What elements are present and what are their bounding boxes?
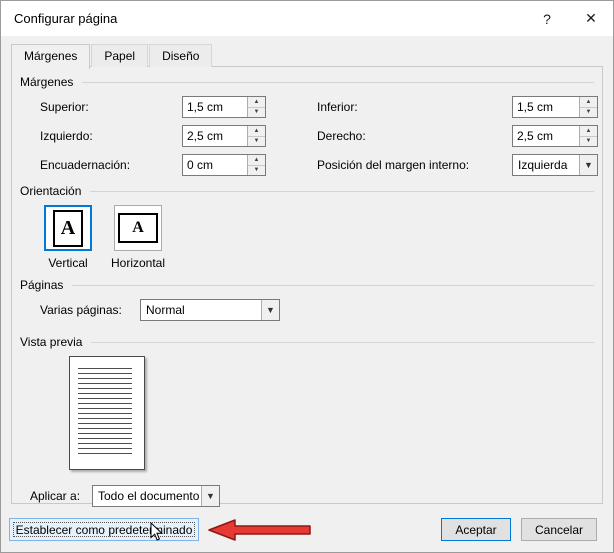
landscape-icon-letter: A (132, 219, 144, 236)
orientation-section-title: Orientación (20, 184, 82, 198)
spin-up-icon[interactable]: ▲ (580, 126, 597, 137)
apply-to-row: Aplicar a: Todo el documento ▼ (30, 485, 602, 507)
section-divider (90, 190, 594, 192)
section-divider (82, 81, 594, 83)
spin-down-icon[interactable]: ▼ (580, 136, 597, 146)
encuadernacion-spin-buttons: ▲ ▼ (247, 155, 265, 175)
pages-section-header: Páginas (20, 278, 594, 292)
superior-label: Superior: (40, 100, 89, 114)
margin-row-2: Izquierdo: ▲ ▼ Derecho: ▲ ▼ (40, 125, 602, 147)
varias-paginas-value: Normal (146, 303, 185, 317)
page-setup-dialog: Configurar página ? ✕ Márgenes Papel Dis… (0, 0, 614, 553)
orientation-section-header: Orientación (20, 184, 594, 198)
superior-spinner[interactable]: ▲ ▼ (182, 96, 266, 118)
margins-section-title: Márgenes (20, 75, 74, 89)
izquierdo-spinner[interactable]: ▲ ▼ (182, 125, 266, 147)
posicion-margen-dropdown[interactable]: Izquierda ▼ (512, 154, 598, 176)
margin-row-3: Encuadernación: ▲ ▼ Posición del margen … (40, 154, 602, 176)
inferior-spin-buttons: ▲ ▼ (579, 97, 597, 117)
spin-up-icon[interactable]: ▲ (248, 126, 265, 137)
preview-section-header: Vista previa (20, 335, 594, 349)
izquierdo-spin-buttons: ▲ ▼ (247, 126, 265, 146)
document-preview (69, 356, 145, 470)
varias-paginas-label: Varias páginas: (40, 303, 122, 317)
preview-text-lines (78, 368, 132, 457)
vertical-label: Vertical (48, 256, 88, 270)
orientation-horizontal-button[interactable]: A (114, 205, 162, 251)
inferior-label: Inferior: (317, 100, 358, 114)
encuadernacion-input[interactable] (183, 155, 247, 175)
tab-margenes[interactable]: Márgenes (11, 44, 91, 69)
tab-strip: Márgenes Papel Diseño (11, 44, 613, 69)
derecho-spinner[interactable]: ▲ ▼ (512, 125, 598, 147)
set-as-default-button[interactable]: Establecer como predeterminado (9, 518, 199, 541)
tab-page-margenes: Márgenes Superior: ▲ ▼ Inferior: (11, 66, 603, 507)
dialog-title: Configurar página (14, 11, 118, 26)
izquierdo-input[interactable] (183, 126, 247, 146)
aplicar-a-dropdown[interactable]: Todo el documento ▼ (92, 485, 220, 507)
section-divider (72, 284, 594, 286)
derecho-label: Derecho: (317, 129, 366, 143)
spin-down-icon[interactable]: ▼ (248, 165, 265, 175)
preview-section-title: Vista previa (20, 335, 83, 349)
superior-spin-buttons: ▲ ▼ (247, 97, 265, 117)
derecho-spin-buttons: ▲ ▼ (579, 126, 597, 146)
dialog-footer: Establecer como predeterminado Aceptar C… (1, 506, 613, 552)
aplicar-a-label: Aplicar a: (30, 489, 81, 503)
orientation-vertical-button[interactable]: A (44, 205, 92, 251)
spin-up-icon[interactable]: ▲ (248, 155, 265, 166)
multiple-pages-row: Varias páginas: Normal ▼ (40, 299, 602, 321)
pages-section-title: Páginas (20, 278, 64, 292)
chevron-down-icon[interactable]: ▼ (201, 486, 219, 506)
derecho-input[interactable] (513, 126, 579, 146)
superior-input[interactable] (183, 97, 247, 117)
tab-diseno[interactable]: Diseño (149, 44, 213, 67)
posicion-margen-label: Posición del margen interno: (317, 158, 470, 172)
margin-row-1: Superior: ▲ ▼ Inferior: ▲ ▼ (40, 96, 602, 118)
spin-up-icon[interactable]: ▲ (248, 97, 265, 108)
title-bar: Configurar página ? ✕ (1, 1, 613, 36)
close-button[interactable]: ✕ (569, 1, 613, 36)
encuadernacion-label: Encuadernación: (40, 158, 131, 172)
help-button[interactable]: ? (525, 1, 569, 36)
margins-section-header: Márgenes (20, 75, 594, 89)
spin-down-icon[interactable]: ▼ (248, 107, 265, 117)
chevron-down-icon[interactable]: ▼ (261, 300, 279, 320)
cancel-button[interactable]: Cancelar (521, 518, 597, 541)
horizontal-label: Horizontal (110, 256, 166, 270)
orientation-horizontal-option: A Horizontal (110, 205, 166, 270)
aplicar-a-value: Todo el documento (98, 489, 200, 503)
orientation-vertical-option: A Vertical (42, 205, 94, 270)
portrait-page-icon: A (53, 209, 83, 247)
ok-button[interactable]: Aceptar (441, 518, 511, 541)
encuadernacion-spinner[interactable]: ▲ ▼ (182, 154, 266, 176)
section-divider (91, 341, 594, 343)
landscape-page-icon: A (118, 213, 158, 243)
spin-up-icon[interactable]: ▲ (580, 97, 597, 108)
chevron-down-icon[interactable]: ▼ (579, 155, 597, 175)
varias-paginas-dropdown[interactable]: Normal ▼ (140, 299, 280, 321)
posicion-margen-value: Izquierda (518, 158, 568, 172)
spin-down-icon[interactable]: ▼ (248, 136, 265, 146)
inferior-input[interactable] (513, 97, 579, 117)
tab-papel[interactable]: Papel (91, 44, 149, 67)
spin-down-icon[interactable]: ▼ (580, 107, 597, 117)
portrait-icon-letter: A (60, 216, 76, 239)
orientation-options: A Vertical A Horizontal (42, 205, 602, 270)
titlebar-buttons: ? ✕ (525, 1, 613, 36)
izquierdo-label: Izquierdo: (40, 129, 93, 143)
inferior-spinner[interactable]: ▲ ▼ (512, 96, 598, 118)
